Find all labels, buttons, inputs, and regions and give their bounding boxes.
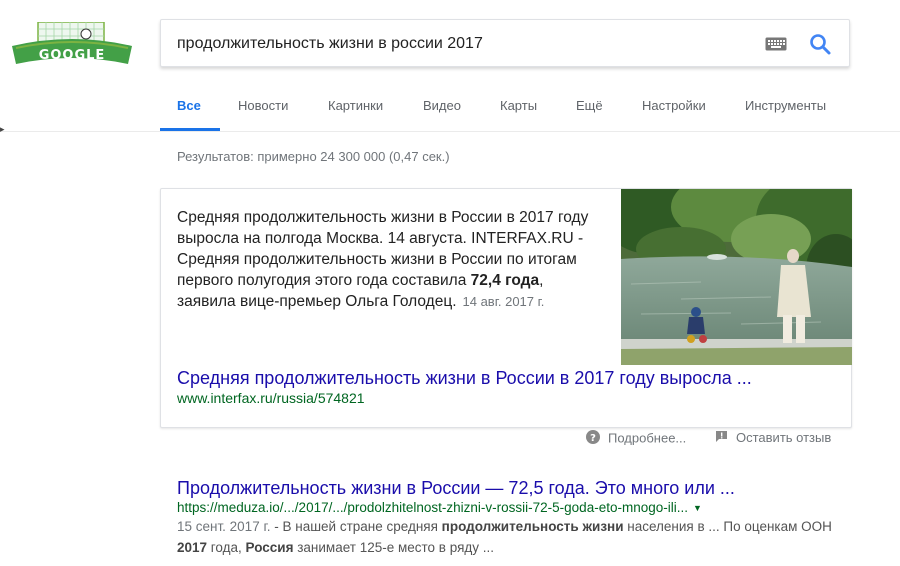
google-doodle-logo[interactable]: GOOGLE: [8, 21, 136, 66]
result-desc-part: занимает 125-е место в ряду ...: [293, 540, 495, 555]
result-date: 15 сент. 2017 г.: [177, 519, 271, 534]
tab-more[interactable]: Ещё: [576, 96, 603, 116]
result-desc-bold: продолжительность жизни: [441, 519, 624, 534]
snippet-image[interactable]: [621, 189, 852, 365]
result-description: 15 сент. 2017 г. - В нашей стране средня…: [177, 516, 847, 558]
search-input[interactable]: [177, 32, 757, 56]
tab-tools[interactable]: Инструменты: [745, 96, 826, 116]
result-desc-part: - В нашей стране средняя: [270, 519, 442, 534]
tab-maps[interactable]: Карты: [500, 96, 537, 116]
logo-text: GOOGLE: [39, 48, 106, 63]
result-stats: Результатов: примерно 24 300 000 (0,47 с…: [177, 149, 450, 164]
result-title[interactable]: Продолжительность жизни в России — 72,5 …: [177, 477, 735, 499]
result-url[interactable]: https://meduza.io/.../2017/.../prodolzhi…: [177, 500, 688, 515]
feedback-icon: [715, 430, 728, 447]
feedback-label: Оставить отзыв: [736, 430, 832, 445]
tab-images[interactable]: Картинки: [328, 96, 383, 116]
tab-settings[interactable]: Настройки: [642, 96, 706, 116]
snippet-highlight: 72,4 года: [470, 272, 540, 289]
result-desc-part: населения в ... По оценкам ООН: [623, 519, 832, 534]
snippet-date: 14 авг. 2017 г.: [462, 294, 545, 309]
search-box: [160, 19, 850, 67]
feedback-link[interactable]: Оставить отзыв: [715, 430, 831, 447]
search-icon[interactable]: [808, 32, 832, 56]
result-desc-bold: Россия: [245, 540, 294, 555]
url-dropdown-icon[interactable]: ▼: [693, 499, 702, 517]
tab-all[interactable]: Все: [177, 96, 201, 116]
result-desc-bold: 2017: [177, 540, 208, 555]
more-info-link[interactable]: ? Подробнее...: [586, 430, 686, 448]
result-desc-part: года,: [207, 540, 246, 555]
tab-news[interactable]: Новости: [238, 96, 288, 116]
featured-result-url[interactable]: www.interfax.ru/russia/574821: [177, 389, 365, 407]
help-icon: ?: [586, 430, 600, 448]
featured-snippet-card: Средняя продолжительность жизни в России…: [160, 188, 852, 428]
keyboard-icon[interactable]: [765, 37, 787, 51]
svg-text:?: ?: [590, 433, 596, 444]
side-arrow-icon: ▸: [0, 124, 5, 134]
snippet-text: Средняя продолжительность жизни в России…: [177, 207, 597, 312]
result-url-row: https://meduza.io/.../2017/.../prodolzhi…: [177, 499, 702, 517]
more-info-label: Подробнее...: [608, 430, 687, 446]
featured-result-title[interactable]: Средняя продолжительность жизни в России…: [177, 367, 752, 389]
header-divider: [0, 131, 900, 132]
tab-video[interactable]: Видео: [423, 96, 461, 116]
